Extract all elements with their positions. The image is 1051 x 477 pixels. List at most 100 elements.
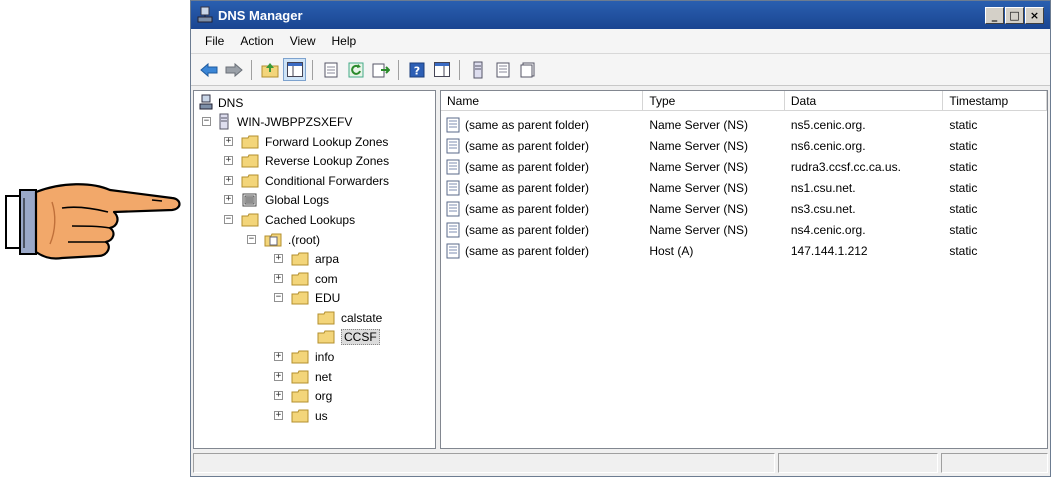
list-item[interactable]: (same as parent folder) Name Server (NS)… xyxy=(441,135,1047,156)
expand-toggle[interactable]: + xyxy=(274,274,283,283)
record-name: (same as parent folder) xyxy=(465,243,590,258)
tree-node-ccsf[interactable]: CCSF xyxy=(300,327,380,346)
minimize-button[interactable]: _ xyxy=(985,6,1004,24)
tree-node-arpa[interactable]: + arpa xyxy=(274,249,339,268)
server-icon[interactable] xyxy=(466,58,489,81)
list-item[interactable]: (same as parent folder) Name Server (NS)… xyxy=(441,114,1047,135)
tree-label: net xyxy=(315,369,332,384)
toolbar: ? xyxy=(191,54,1050,86)
refresh-icon[interactable] xyxy=(344,58,367,81)
list-item[interactable]: (same as parent folder) Name Server (NS)… xyxy=(441,177,1047,198)
tree-node-reverse-lookup-zones[interactable]: + Reverse Lookup Zones xyxy=(224,151,389,170)
title-bar[interactable]: DNS Manager _ □ × xyxy=(191,1,1050,29)
folder-icon xyxy=(317,330,335,343)
record-data: rudra3.ccsf.cc.ca.us. xyxy=(790,159,901,174)
tree-label: com xyxy=(315,271,338,286)
up-folder-icon[interactable] xyxy=(258,58,281,81)
tree-node-info[interactable]: + info xyxy=(274,347,334,366)
forward-icon[interactable] xyxy=(222,58,245,81)
tree-node-server[interactable]: − WIN-JWBPPZSXEFV xyxy=(202,112,352,131)
folder-icon xyxy=(291,252,309,265)
tree-node-calstate[interactable]: calstate xyxy=(300,308,382,327)
console-tree[interactable]: DNS − WIN-JWBPPZSXEFV + Forward Lookup Z… xyxy=(193,90,436,449)
column-header-name[interactable]: Name xyxy=(441,91,644,110)
tree-label: arpa xyxy=(315,251,340,266)
expand-toggle[interactable]: + xyxy=(274,254,283,263)
properties-icon[interactable] xyxy=(319,58,342,81)
export-list-icon[interactable] xyxy=(369,58,392,81)
list-header: Name Type Data Timestamp xyxy=(441,91,1047,111)
tree-label: Forward Lookup Zones xyxy=(265,134,389,149)
column-header-type[interactable]: Type xyxy=(643,91,785,110)
column-header-timestamp[interactable]: Timestamp xyxy=(943,91,1047,110)
tree-node-global-logs[interactable]: + Global Logs xyxy=(224,190,329,209)
tree-node-dns[interactable]: DNS xyxy=(199,93,243,112)
expand-toggle[interactable]: + xyxy=(224,176,233,185)
collapse-toggle[interactable]: − xyxy=(224,215,233,224)
status-pane-3 xyxy=(941,453,1048,473)
expand-toggle[interactable]: + xyxy=(224,195,233,204)
back-icon[interactable] xyxy=(197,58,220,81)
expand-toggle[interactable]: + xyxy=(274,352,283,361)
menu-file[interactable]: File xyxy=(197,34,232,48)
tree-node-forward-lookup-zones[interactable]: + Forward Lookup Zones xyxy=(224,132,388,151)
tree-label: DNS xyxy=(218,95,244,110)
zone-icon xyxy=(264,233,282,246)
tree-node-us[interactable]: + us xyxy=(274,406,328,425)
tree-node-root-zone[interactable]: − .(root) xyxy=(247,230,320,249)
show-hide-tree-icon[interactable] xyxy=(283,58,306,81)
expand-toggle[interactable]: + xyxy=(224,156,233,165)
record-icon xyxy=(446,180,460,195)
tree-node-org[interactable]: + org xyxy=(274,386,332,405)
expand-toggle[interactable]: + xyxy=(274,411,283,420)
status-bar xyxy=(193,453,1048,475)
list-item[interactable]: (same as parent folder) Name Server (NS)… xyxy=(441,198,1047,219)
tree-label: Reverse Lookup Zones xyxy=(265,153,390,168)
record-timestamp: static xyxy=(949,243,978,258)
tree-node-edu[interactable]: − EDU xyxy=(274,288,340,307)
tree-node-com[interactable]: + com xyxy=(274,269,338,288)
list-item[interactable]: (same as parent folder) Name Server (NS)… xyxy=(441,156,1047,177)
menu-view[interactable]: View xyxy=(282,34,324,48)
folder-icon xyxy=(291,389,309,402)
window-title: DNS Manager xyxy=(218,7,303,23)
tree-node-cached-lookups[interactable]: − Cached Lookups xyxy=(224,210,355,229)
record-type: Name Server (NS) xyxy=(649,138,749,153)
server-icon xyxy=(219,113,229,130)
tree-label: EDU xyxy=(315,290,341,305)
folder-icon xyxy=(317,311,335,324)
record-data: ns4.cenic.org. xyxy=(790,222,866,237)
zone-icon[interactable] xyxy=(491,58,514,81)
help-icon[interactable]: ? xyxy=(405,58,428,81)
tree-node-conditional-forwarders[interactable]: + Conditional Forwarders xyxy=(224,171,389,190)
folder-icon xyxy=(291,409,309,422)
column-header-data[interactable]: Data xyxy=(785,91,944,110)
list-item[interactable]: (same as parent folder) Host (A) 147.144… xyxy=(441,240,1047,261)
menu-action[interactable]: Action xyxy=(232,34,281,48)
tree-label: info xyxy=(315,349,335,364)
record-icon xyxy=(446,222,460,237)
maximize-button[interactable]: □ xyxy=(1005,6,1024,24)
folder-icon xyxy=(291,291,309,304)
folder-icon xyxy=(241,174,259,187)
record-name: (same as parent folder) xyxy=(465,222,590,237)
record-icon xyxy=(446,201,460,216)
collapse-toggle[interactable]: − xyxy=(274,293,283,302)
collapse-toggle[interactable]: − xyxy=(247,235,256,244)
expand-toggle[interactable]: + xyxy=(274,372,283,381)
collapse-toggle[interactable]: − xyxy=(202,117,211,126)
close-button[interactable]: × xyxy=(1025,6,1044,24)
expand-toggle[interactable]: + xyxy=(274,391,283,400)
record-icon[interactable] xyxy=(516,58,539,81)
records-list[interactable]: Name Type Data Timestamp (same as parent… xyxy=(440,90,1048,449)
folder-icon xyxy=(291,272,309,285)
record-name: (same as parent folder) xyxy=(465,138,590,153)
folder-icon xyxy=(241,154,259,167)
record-type: Host (A) xyxy=(649,243,694,258)
tree-node-net[interactable]: + net xyxy=(274,367,332,386)
record-icon xyxy=(446,243,460,258)
list-item[interactable]: (same as parent folder) Name Server (NS)… xyxy=(441,219,1047,240)
expand-toggle[interactable]: + xyxy=(224,137,233,146)
menu-help[interactable]: Help xyxy=(324,34,365,48)
action-pane-icon[interactable] xyxy=(430,58,453,81)
